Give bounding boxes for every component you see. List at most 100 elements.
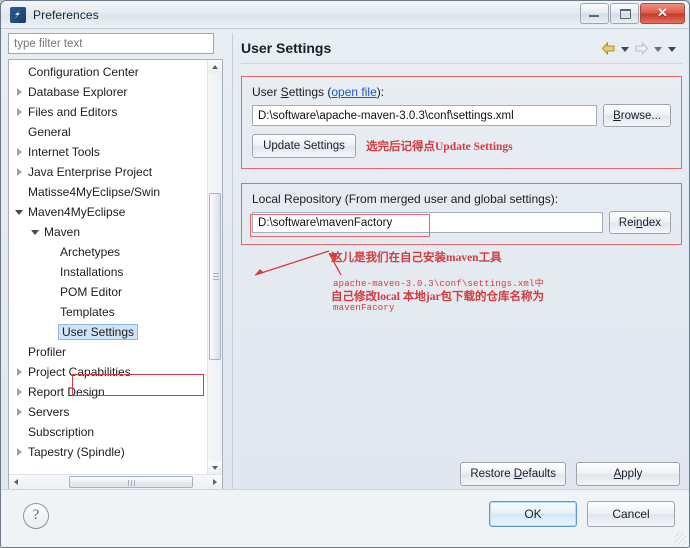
tree-expand-arrow-icon[interactable] — [15, 367, 25, 377]
forward-history-chevron-down-icon[interactable] — [652, 41, 664, 55]
back-history-chevron-down-icon[interactable] — [619, 41, 631, 55]
apply-label-rest: pply — [621, 468, 643, 480]
sidebar-item-label: Archetypes — [60, 245, 121, 259]
sidebar-item[interactable]: Templates — [9, 302, 208, 322]
sidebar-item[interactable]: Project Capabilities — [9, 362, 208, 382]
resize-grip[interactable] — [674, 533, 686, 545]
update-settings-row: Update Settings 选完后记得点Update Settings — [252, 134, 671, 158]
browse-button[interactable]: Browse... — [603, 104, 671, 127]
back-arrow-icon[interactable] — [600, 41, 617, 56]
user-settings-path-input[interactable] — [252, 105, 598, 126]
ok-button[interactable]: OK — [489, 501, 577, 527]
preferences-sidebar: Configuration Center Database Explorer Fil… — [8, 33, 223, 490]
sidebar-item-label: Configuration Center — [28, 65, 139, 79]
tree-expand-arrow-icon[interactable] — [15, 87, 25, 97]
reindex-button[interactable]: Reindex — [608, 211, 671, 234]
repo-annotation-line1: 这儿是我们在自己安装maven工具 — [331, 252, 502, 264]
tree-arrow-placeholder — [47, 287, 57, 297]
cancel-button[interactable]: Cancel — [587, 501, 675, 527]
tree-collapse-arrow-icon[interactable] — [15, 207, 25, 217]
sidebar-item[interactable]: Internet Tools — [9, 142, 208, 162]
browse-label-rest: rowse... — [620, 109, 661, 122]
scroll-left-arrow-icon[interactable] — [9, 475, 23, 489]
sidebar-item-label: Maven4MyEclipse — [28, 205, 126, 219]
tree-arrow-placeholder — [15, 187, 25, 197]
scroll-right-arrow-icon[interactable] — [208, 475, 222, 489]
sidebar-item-label: User Settings — [58, 324, 139, 340]
preferences-tree[interactable]: Configuration Center Database Explorer Fil… — [9, 60, 208, 475]
sidebar-item-label: Tapestry (Spindle) — [28, 445, 125, 459]
sidebar-item-label: Profiler — [28, 345, 67, 359]
tree-expand-arrow-icon[interactable] — [15, 107, 25, 117]
scroll-up-arrow-icon[interactable] — [208, 60, 222, 74]
vertical-scroll-thumb[interactable] — [209, 193, 221, 360]
open-file-link[interactable]: open file — [331, 85, 376, 99]
sidebar-item[interactable]: Matisse4MyEclipse/Swin — [9, 182, 208, 202]
tree-expand-arrow-icon[interactable] — [15, 147, 25, 157]
sidebar-item[interactable]: Profiler — [9, 342, 208, 362]
local-repository-label: Local Repository (From merged user and g… — [252, 192, 559, 206]
tree-arrow-placeholder — [15, 427, 25, 437]
user-settings-path-row: Browse... — [252, 104, 671, 127]
update-settings-annotation: 选完后记得点Update Settings — [366, 141, 513, 153]
maximize-button[interactable] — [610, 3, 639, 24]
sidebar-item[interactable]: Report Design — [9, 382, 208, 402]
close-button[interactable]: ✕ — [640, 3, 685, 24]
window-controls: ✕ — [580, 3, 685, 24]
restore-label-b: efaults — [522, 468, 556, 480]
tree-collapse-arrow-icon[interactable] — [31, 227, 41, 237]
page-title: User Settings — [241, 40, 332, 56]
sidebar-item-label: Matisse4MyEclipse/Swin — [28, 185, 161, 199]
dialog-buttons: OK Cancel — [489, 501, 675, 527]
sidebar-item[interactable]: Servers — [9, 402, 208, 422]
repo-annotation-line3: 自己修改local 本地jar包下载的仓库名称为 — [331, 291, 545, 303]
sidebar-item-label: Internet Tools — [28, 145, 100, 159]
sidebar-item[interactable]: Subscription — [9, 422, 208, 442]
sidebar-item-label: Maven — [44, 225, 81, 239]
tree-arrow-placeholder — [47, 307, 57, 317]
sidebar-item[interactable]: Maven4MyEclipse — [9, 202, 208, 222]
tree-vertical-scrollbar[interactable] — [207, 60, 222, 475]
user-settings-label: User Settings (open file): — [252, 85, 671, 99]
sidebar-item[interactable]: Tapestry (Spindle) — [9, 442, 208, 462]
tree-expand-arrow-icon[interactable] — [15, 167, 25, 177]
sidebar-item[interactable]: User Settings — [9, 322, 208, 342]
tree-horizontal-scrollbar[interactable] — [9, 474, 222, 489]
tree-arrow-placeholder — [15, 127, 25, 137]
reindex-label-b: dex — [642, 216, 661, 229]
sidebar-item-label: Files and Editors — [28, 105, 118, 119]
view-menu-chevron-down-icon[interactable] — [666, 41, 678, 55]
help-icon[interactable]: ? — [23, 503, 49, 529]
sidebar-item[interactable]: Archetypes — [9, 242, 208, 262]
sidebar-item-label: Database Explorer — [28, 85, 128, 99]
sidebar-item-label: POM Editor — [60, 285, 123, 299]
sidebar-item[interactable]: Maven — [9, 222, 208, 242]
update-settings-button[interactable]: Update Settings — [252, 134, 356, 158]
tree-expand-arrow-icon[interactable] — [15, 387, 25, 397]
minimize-button[interactable] — [580, 3, 609, 24]
restore-defaults-button[interactable]: Restore Defaults — [460, 462, 566, 486]
sidebar-item[interactable]: Database Explorer — [9, 82, 208, 102]
window-title: Preferences — [33, 7, 99, 22]
search-input[interactable] — [8, 33, 214, 54]
sidebar-item[interactable]: Installations — [9, 262, 208, 282]
sidebar-item[interactable]: Java Enterprise Project — [9, 162, 208, 182]
tree-expand-arrow-icon[interactable] — [15, 407, 25, 417]
sidebar-item[interactable]: General — [9, 122, 208, 142]
browse-mnemonic: B — [613, 109, 621, 122]
local-repository-group: Local Repository (From merged user and g… — [241, 183, 682, 245]
repo-annotation-line4: mavenFacory — [333, 303, 395, 313]
sidebar-item[interactable]: Files and Editors — [9, 102, 208, 122]
dialog-inner: Configuration Center Database Explorer Fil… — [8, 33, 682, 490]
tree-arrow-placeholder — [47, 327, 57, 337]
title-bar: Preferences ✕ — [1, 1, 689, 29]
scroll-down-arrow-icon[interactable] — [208, 461, 222, 475]
tree-arrow-placeholder — [15, 347, 25, 357]
sidebar-item[interactable]: POM Editor — [9, 282, 208, 302]
apply-button[interactable]: Apply — [576, 462, 680, 486]
sidebar-item[interactable]: Configuration Center — [9, 62, 208, 82]
tree-expand-arrow-icon[interactable] — [15, 447, 25, 457]
sidebar-item-label: Project Capabilities — [28, 365, 131, 379]
horizontal-scroll-thumb[interactable] — [69, 476, 193, 488]
local-repository-path-input[interactable] — [252, 212, 603, 233]
